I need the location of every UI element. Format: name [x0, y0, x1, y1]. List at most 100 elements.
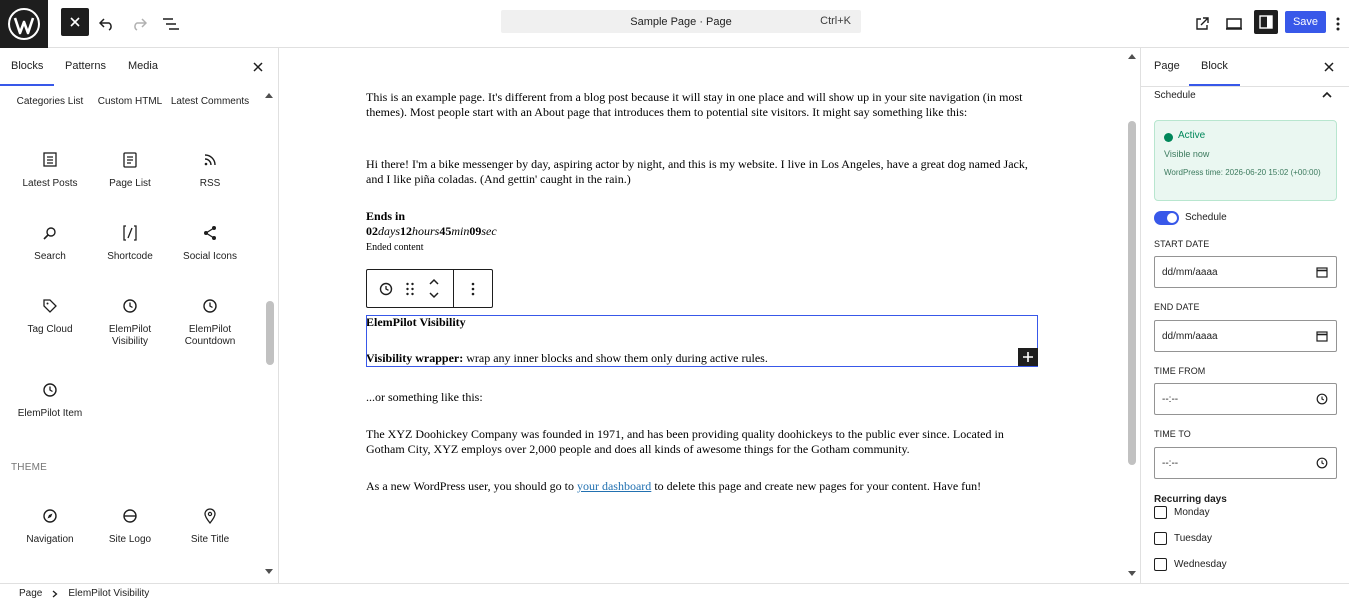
paragraph-block[interactable]: Hi there! I'm a bike messenger by day, a… — [366, 157, 1038, 187]
status-dot-icon — [1164, 133, 1173, 142]
block-shortcode[interactable]: Shortcode — [90, 223, 170, 263]
desktop-icon — [1226, 18, 1242, 30]
block-breadcrumb: Page ElemPilot Visibility — [0, 583, 1349, 603]
tab-patterns[interactable]: Patterns — [65, 60, 106, 72]
block-site-title[interactable]: Site Title — [170, 506, 250, 546]
close-inserter-button[interactable] — [61, 8, 89, 36]
selected-block-outline[interactable] — [366, 315, 1038, 367]
block-toolbar — [366, 269, 493, 308]
tuesday-checkbox[interactable] — [1154, 532, 1167, 545]
countdown-timer[interactable]: 02days12hours45min09sec — [366, 224, 1038, 239]
tab-media[interactable]: Media — [128, 60, 158, 72]
block-site-logo[interactable]: Site Logo — [90, 506, 170, 546]
breadcrumb-page[interactable]: Page — [19, 588, 42, 599]
save-button[interactable]: Save — [1285, 11, 1326, 33]
list-view-icon — [163, 18, 179, 30]
paragraph-block[interactable]: This is an example page. It's different … — [366, 90, 1038, 120]
block-latest-comments[interactable]: Latest Comments — [170, 96, 250, 108]
scroll-up-arrow-icon[interactable] — [264, 91, 274, 99]
scroll-down-arrow-icon[interactable] — [1127, 570, 1137, 578]
block-categories-list[interactable]: Categories List — [10, 96, 90, 108]
redo-icon — [134, 18, 147, 31]
command-palette-bar[interactable]: Sample Page · Page Ctrl+K — [501, 10, 861, 33]
end-date-label: END DATE — [1154, 302, 1200, 312]
clock-icon[interactable] — [1316, 393, 1328, 405]
wordpress-logo-icon[interactable] — [0, 0, 48, 48]
status-subtitle: Visible now — [1164, 149, 1210, 159]
block-elempilot-countdown[interactable]: ElemPilot Countdown — [170, 296, 250, 348]
block-elempilot-item[interactable]: ElemPilot Item — [10, 380, 90, 420]
block-elempilot-visibility[interactable]: ElemPilot Visibility — [90, 296, 170, 348]
plus-icon — [1023, 352, 1033, 362]
block-page-list[interactable]: Page List — [90, 150, 170, 190]
add-block-button[interactable] — [1018, 348, 1038, 366]
undo-button[interactable] — [91, 8, 123, 40]
inserter-tabs: Blocks Patterns Media — [0, 48, 278, 86]
drag-handle-icon[interactable] — [405, 282, 415, 296]
time-from-field[interactable]: --:-- — [1154, 383, 1337, 415]
more-vertical-icon — [1336, 17, 1340, 31]
clock-icon[interactable] — [378, 281, 394, 297]
toolbar-separator — [453, 270, 454, 307]
view-page-button[interactable] — [1186, 8, 1218, 40]
status-time: WordPress time: 2026-06-20 15:02 (+00:00… — [1164, 168, 1321, 177]
editor-header: Sample Page · Page Ctrl+K Save — [0, 0, 1349, 48]
schedule-panel-title[interactable]: Schedule — [1154, 90, 1196, 101]
page-list-icon — [123, 152, 137, 168]
redo-button[interactable] — [123, 8, 155, 40]
device-preview-button[interactable] — [1218, 8, 1250, 40]
scroll-up-arrow-icon[interactable] — [1127, 52, 1137, 60]
document-overview-button[interactable] — [155, 8, 187, 40]
ended-content-text[interactable]: Ended content — [366, 240, 1038, 255]
tab-block[interactable]: Block — [1189, 60, 1240, 86]
calendar-icon[interactable] — [1316, 266, 1328, 278]
options-button[interactable] — [1328, 8, 1348, 40]
canvas-scrollbar-thumb[interactable] — [1128, 121, 1136, 465]
time-to-label: TIME TO — [1154, 429, 1191, 439]
block-social-icons[interactable]: Social Icons — [170, 223, 250, 263]
paragraph-block[interactable]: As a new WordPress user, you should go t… — [366, 479, 1038, 494]
block-tag-cloud[interactable]: Tag Cloud — [10, 296, 90, 336]
editor-canvas: This is an example page. It's different … — [280, 48, 1139, 583]
countdown-heading[interactable]: Ends in — [366, 209, 1038, 224]
theme-section-label: THEME — [11, 462, 47, 473]
shortcode-icon — [123, 225, 137, 241]
day-monday[interactable]: Monday — [1154, 506, 1210, 519]
scroll-down-arrow-icon[interactable] — [264, 568, 274, 576]
block-search[interactable]: Search — [10, 223, 90, 263]
monday-checkbox[interactable] — [1154, 506, 1167, 519]
undo-icon — [99, 18, 112, 31]
sidebar-icon — [1259, 15, 1273, 29]
tab-page[interactable]: Page — [1154, 60, 1180, 72]
end-date-field[interactable]: dd/mm/aaaa — [1154, 320, 1337, 352]
search-icon — [43, 227, 56, 240]
day-wednesday[interactable]: Wednesday — [1154, 558, 1227, 571]
calendar-icon[interactable] — [1316, 330, 1328, 342]
time-to-field[interactable]: --:-- — [1154, 447, 1337, 479]
block-custom-html[interactable]: Custom HTML — [90, 96, 170, 108]
site-logo-icon — [123, 509, 137, 523]
clock-icon[interactable] — [1316, 457, 1328, 469]
tab-blocks[interactable]: Blocks — [0, 60, 55, 86]
settings-sidebar: Page Block Schedule Active Visible now W… — [1140, 48, 1349, 583]
block-navigation[interactable]: Navigation — [10, 506, 90, 546]
close-inserter-icon[interactable] — [250, 59, 266, 75]
settings-toggle-button[interactable] — [1254, 10, 1278, 34]
more-vertical-icon[interactable] — [471, 282, 475, 296]
wednesday-checkbox[interactable] — [1154, 558, 1167, 571]
sidebar-divider — [1141, 86, 1349, 87]
dashboard-link[interactable]: your dashboard — [577, 479, 651, 493]
move-up-icon[interactable] — [428, 277, 440, 287]
schedule-toggle[interactable] — [1154, 211, 1179, 225]
block-rss[interactable]: RSS — [170, 150, 250, 190]
close-sidebar-icon[interactable] — [1322, 60, 1336, 74]
chevron-up-icon[interactable] — [1321, 90, 1333, 100]
move-down-icon[interactable] — [428, 290, 440, 300]
inserter-scrollbar-thumb[interactable] — [266, 301, 274, 365]
start-date-field[interactable]: dd/mm/aaaa — [1154, 256, 1337, 288]
breadcrumb-current[interactable]: ElemPilot Visibility — [68, 588, 149, 599]
day-tuesday[interactable]: Tuesday — [1154, 532, 1212, 545]
paragraph-block[interactable]: ...or something like this: — [366, 390, 1038, 405]
block-latest-posts[interactable]: Latest Posts — [10, 150, 90, 190]
paragraph-block[interactable]: The XYZ Doohickey Company was founded in… — [366, 427, 1038, 457]
